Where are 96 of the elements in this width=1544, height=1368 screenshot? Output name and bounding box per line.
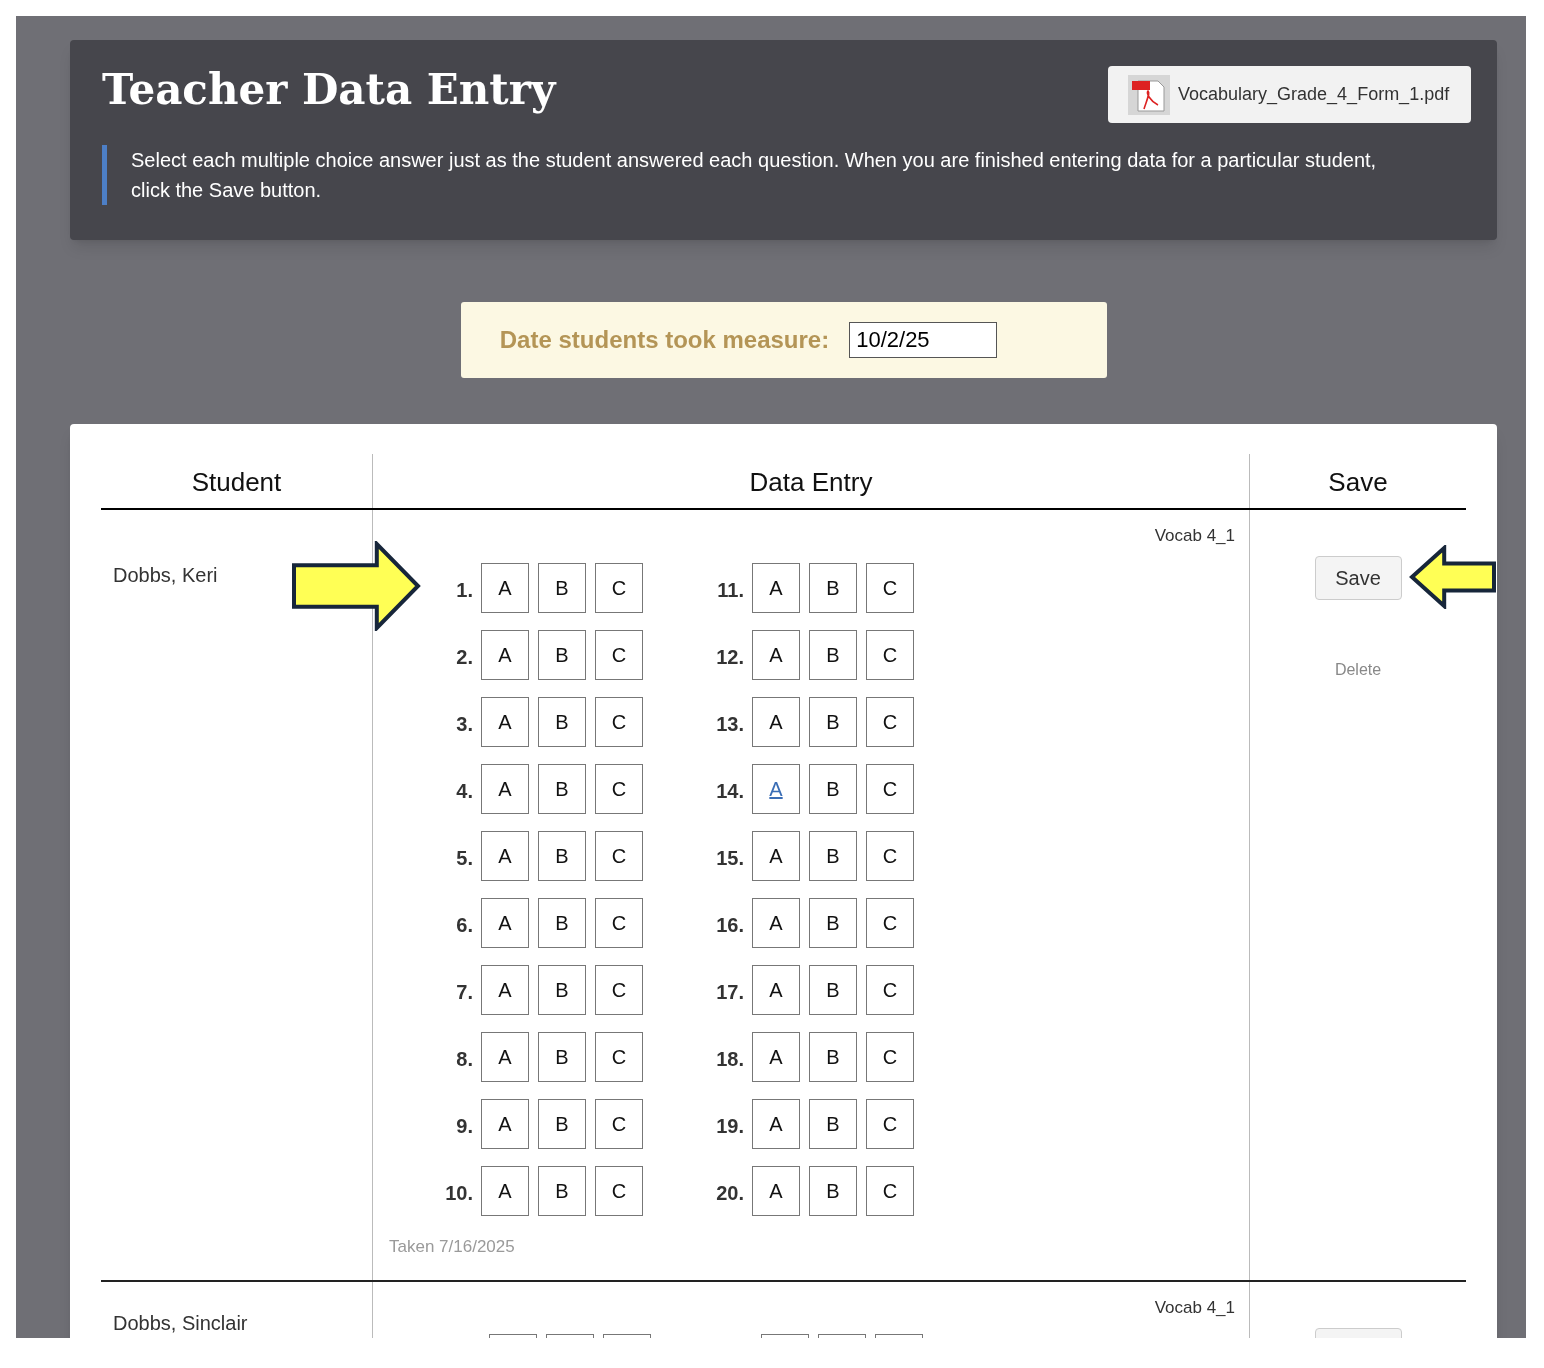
answer-option[interactable]: A xyxy=(481,697,529,747)
question-number: 20. xyxy=(716,1181,744,1206)
form-name: Vocab 4_1 xyxy=(1154,526,1235,546)
answer-option[interactable]: A xyxy=(752,1166,800,1216)
answer-option[interactable]: B xyxy=(809,1166,857,1216)
question-number: 11. xyxy=(717,578,744,603)
student-name: Dobbs, Sinclair xyxy=(113,1311,248,1334)
question-number: 8. xyxy=(456,1047,473,1072)
question-number: 15. xyxy=(716,846,744,871)
question-number: 4. xyxy=(456,779,473,804)
question-number: 14. xyxy=(716,779,744,804)
answer-option[interactable]: B xyxy=(538,630,586,680)
answer-option[interactable]: C xyxy=(595,1099,643,1149)
question-number: 13. xyxy=(716,712,744,737)
answer-option[interactable]: A xyxy=(481,563,529,613)
answer-option[interactable]: A xyxy=(481,630,529,680)
answer-option[interactable]: C xyxy=(866,898,914,948)
answer-option[interactable]: C xyxy=(595,1032,643,1082)
question-number: 2. xyxy=(456,645,473,670)
answer-option[interactable]: B xyxy=(538,764,586,814)
answer-option[interactable]: B xyxy=(809,1032,857,1082)
answer-option[interactable]: C xyxy=(595,965,643,1015)
answer-option[interactable]: A xyxy=(752,764,800,814)
date-label: Date students took measure: xyxy=(499,325,830,355)
form-name: Vocab 4_1 xyxy=(1154,1297,1235,1318)
answer-option[interactable]: C xyxy=(595,764,643,814)
question-number: 16. xyxy=(716,913,744,938)
answer-option[interactable]: A xyxy=(752,898,800,948)
answer-option[interactable]: C xyxy=(866,764,914,814)
question-number: 5. xyxy=(456,846,473,871)
answer-option[interactable]: A xyxy=(752,1032,800,1082)
answer-option[interactable]: A xyxy=(481,898,529,948)
answer-option[interactable]: A xyxy=(481,1099,529,1149)
answer-option[interactable]: C xyxy=(866,1099,914,1149)
answer-option[interactable]: B xyxy=(809,697,857,747)
question-number: 6. xyxy=(456,913,473,938)
delete-link[interactable]: Delete xyxy=(1334,658,1382,682)
answer-option[interactable]: C xyxy=(866,1032,914,1082)
taken-date: Taken 7/16/2025 xyxy=(389,1237,515,1256)
answer-option[interactable]: B xyxy=(538,965,586,1015)
answer-option[interactable]: C xyxy=(595,697,643,747)
question-number: 1. xyxy=(456,578,473,603)
answer-option[interactable]: B xyxy=(538,1032,586,1082)
answer-option[interactable]: A xyxy=(752,965,800,1015)
answer-option[interactable]: C xyxy=(866,630,914,680)
page-title: Teacher Data Entry xyxy=(102,66,556,114)
answer-option[interactable]: A xyxy=(481,965,529,1015)
question-number: 7. xyxy=(456,980,473,1005)
answer-option[interactable]: B xyxy=(809,1099,857,1149)
answer-option[interactable]: B xyxy=(538,898,586,948)
question-number: 10. xyxy=(445,1181,473,1206)
question-number: 17. xyxy=(716,980,744,1005)
answer-option[interactable]: B xyxy=(809,965,857,1015)
save-button[interactable]: Save xyxy=(1314,556,1402,600)
answer-option[interactable]: A xyxy=(752,831,800,881)
answer-option[interactable]: A xyxy=(752,1099,800,1149)
answer-option[interactable]: C xyxy=(595,898,643,948)
answer-option[interactable]: B xyxy=(809,630,857,680)
answer-option[interactable]: C xyxy=(595,563,643,613)
answer-option[interactable]: C xyxy=(866,965,914,1015)
answer-option[interactable]: B xyxy=(538,563,586,613)
answer-option[interactable]: C xyxy=(866,563,914,613)
answer-option[interactable]: A xyxy=(481,1032,529,1082)
column-header: Student xyxy=(191,465,282,499)
answer-option[interactable]: B xyxy=(538,1099,586,1149)
student-name: Dobbs, Keri xyxy=(113,564,218,586)
answer-option[interactable]: C xyxy=(866,831,914,881)
question-number: 9. xyxy=(456,1114,473,1139)
answer-option[interactable]: A xyxy=(752,630,800,680)
pdf-file-button[interactable]: Vocabulary_Grade_4_Form_1.pdf xyxy=(1108,66,1471,123)
answer-option[interactable]: B xyxy=(809,563,857,613)
question-number: 18. xyxy=(716,1047,744,1072)
answer-option[interactable]: B xyxy=(538,831,586,881)
answer-option[interactable]: A xyxy=(752,563,800,613)
answer-option[interactable]: A xyxy=(481,764,529,814)
column-header: Data Entry xyxy=(749,465,873,499)
answer-option[interactable]: B xyxy=(809,764,857,814)
answer-option[interactable]: B xyxy=(538,1166,586,1216)
column-header: Save xyxy=(1328,465,1388,499)
question-number: 19. xyxy=(716,1114,744,1139)
answer-option[interactable]: B xyxy=(809,831,857,881)
answer-option[interactable]: C xyxy=(595,831,643,881)
pdf-file-icon xyxy=(1128,74,1170,115)
answer-option[interactable]: C xyxy=(595,630,643,680)
question-number: 12. xyxy=(716,645,744,670)
answer-option[interactable]: B xyxy=(809,898,857,948)
instructions-text: Select each multiple choice answer just as the student answered each question. When you are finished entering data for a particular student, click the Save button. xyxy=(131,148,1378,203)
question-number: 3. xyxy=(456,712,473,737)
answer-option[interactable]: C xyxy=(866,697,914,747)
answer-option[interactable]: C xyxy=(866,1166,914,1216)
date-input[interactable]: 10/2/25 xyxy=(849,322,998,358)
answer-option[interactable]: B xyxy=(538,697,586,747)
answer-option[interactable]: A xyxy=(481,831,529,881)
answer-option[interactable]: A xyxy=(752,697,800,747)
answer-option[interactable]: A xyxy=(481,1166,529,1216)
answer-option[interactable]: C xyxy=(595,1166,643,1216)
